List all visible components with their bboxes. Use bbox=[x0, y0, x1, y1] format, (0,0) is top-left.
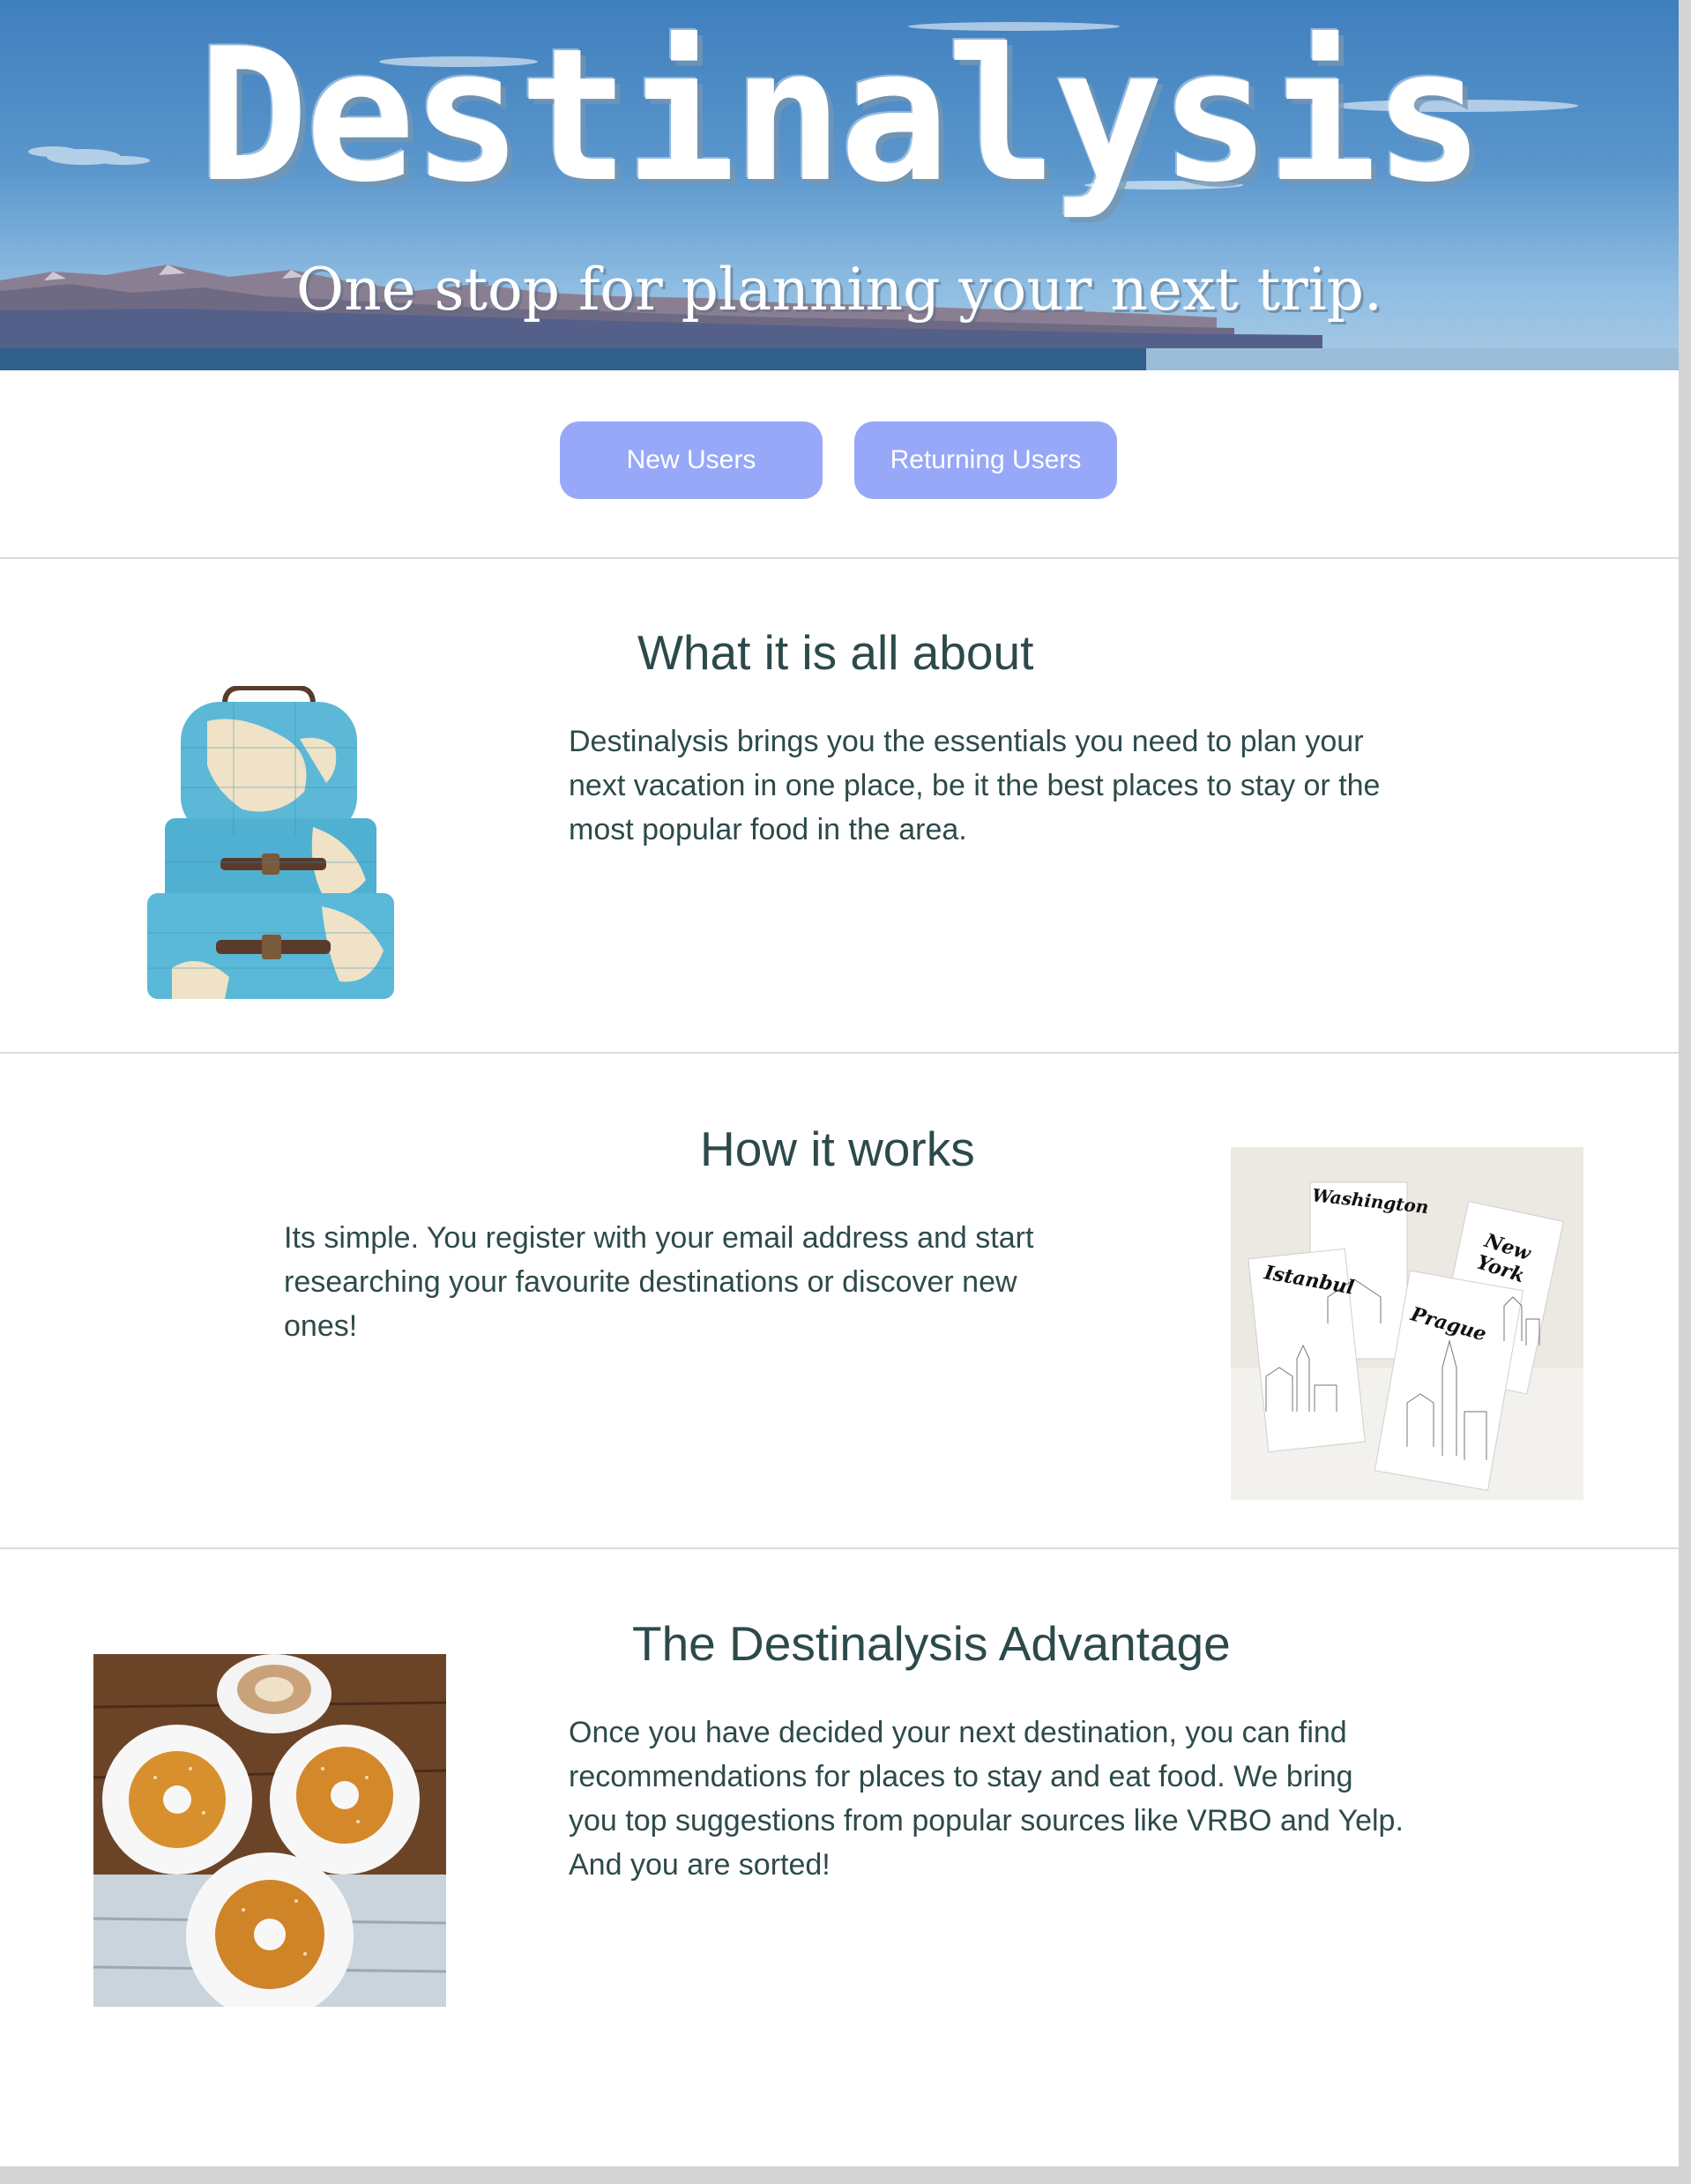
about-heading: What it is all about bbox=[637, 625, 1034, 680]
suitcases-image bbox=[145, 686, 394, 1002]
hero-banner: Destinalysis One stop for planning your … bbox=[0, 0, 1679, 370]
advantage-heading: The Destinalysis Advantage bbox=[632, 1616, 1231, 1671]
page: Destinalysis One stop for planning your … bbox=[0, 0, 1679, 2166]
divider bbox=[0, 1547, 1679, 1549]
divider bbox=[0, 1052, 1679, 1054]
about-text: Destinalysis brings you the essentials y… bbox=[569, 725, 1381, 846]
bagels-image bbox=[93, 1654, 446, 2007]
city-cards-image: Washington New York Istanbul Prague bbox=[1231, 1147, 1583, 1500]
divider bbox=[0, 557, 1679, 559]
how-text: Its simple. You register with your email… bbox=[284, 1221, 1034, 1343]
returning-users-button[interactable]: Returning Users bbox=[854, 421, 1117, 499]
advantage-text: Once you have decided your next destinat… bbox=[569, 1716, 1404, 1882]
site-title: Destinalysis bbox=[197, 10, 1485, 223]
how-heading: How it works bbox=[700, 1122, 975, 1176]
site-tagline: One stop for planning your next trip. bbox=[295, 256, 1383, 324]
new-users-button[interactable]: New Users bbox=[560, 421, 823, 499]
